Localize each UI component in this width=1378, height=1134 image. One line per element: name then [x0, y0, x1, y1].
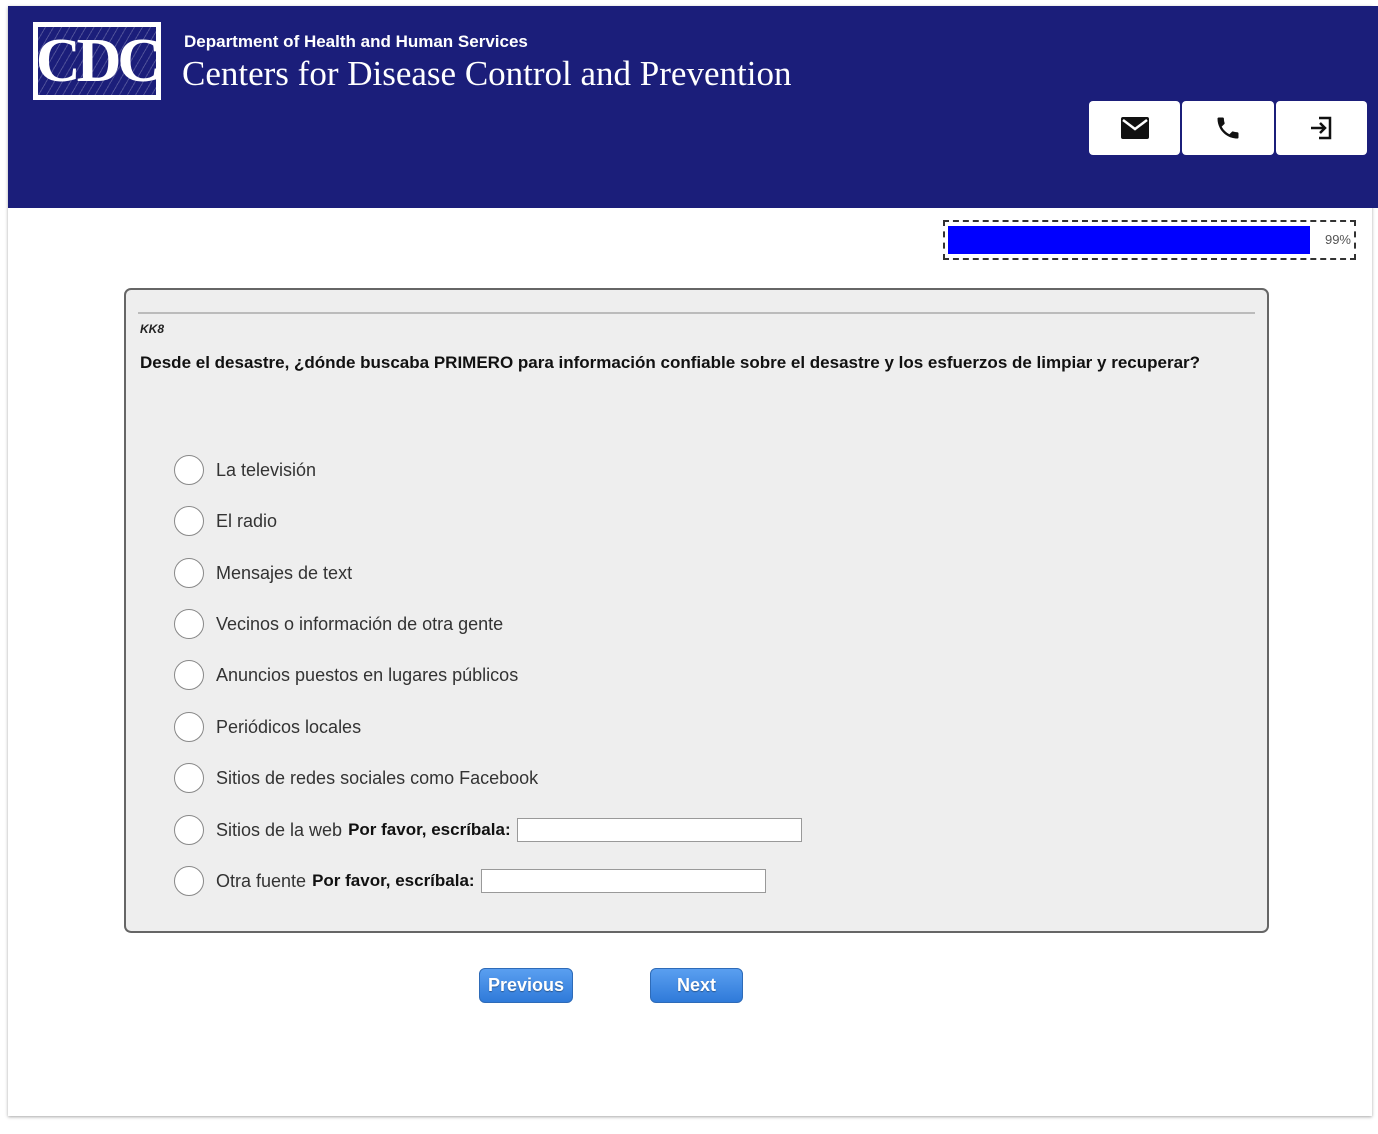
question-text: Desde el desastre, ¿dónde buscaba PRIMER… — [140, 353, 1201, 372]
radio-button[interactable] — [174, 609, 204, 639]
option-label: Anuncios puestos en lugares públicos — [216, 664, 519, 685]
agency-name: Centers for Disease Control and Preventi… — [182, 54, 792, 93]
question-id: KK8 — [140, 322, 165, 336]
option-label: Sitios de redes sociales como Facebook — [216, 767, 539, 788]
logo-text: CDC — [37, 27, 157, 95]
radio-button[interactable] — [174, 866, 204, 896]
option-local-newspapers[interactable]: Periódicos locales — [174, 711, 361, 743]
radio-button[interactable] — [174, 763, 204, 793]
specify-label: Por favor, escríbala: — [348, 820, 511, 839]
envelope-icon — [1120, 117, 1149, 139]
radio-button[interactable] — [174, 558, 204, 588]
option-text-messages[interactable]: Mensajes de text — [174, 557, 352, 589]
option-label: Otra fuente — [216, 870, 307, 891]
option-label: Periódicos locales — [216, 716, 362, 737]
radio-button[interactable] — [174, 660, 204, 690]
progress-label: 99% — [1324, 232, 1351, 247]
other-source-specify-input[interactable] — [480, 869, 766, 893]
cdc-logo: CDC — [33, 22, 161, 100]
divider — [138, 312, 1255, 314]
option-radio[interactable]: El radio — [174, 505, 277, 537]
header-banner: CDC Department of Health and Human Servi… — [8, 6, 1378, 208]
option-other-source[interactable]: Otra fuente Por favor, escríbala: — [174, 865, 766, 897]
phone-icon — [1217, 117, 1239, 139]
option-label: El radio — [216, 510, 278, 531]
option-neighbors[interactable]: Vecinos o información de otra gente — [174, 608, 503, 640]
phone-button[interactable] — [1182, 101, 1274, 155]
header-actions — [1089, 101, 1367, 155]
radio-button[interactable] — [174, 712, 204, 742]
option-label: Sitios de la web — [216, 819, 343, 840]
previous-button[interactable]: Previous — [479, 968, 573, 1003]
radio-button[interactable] — [174, 455, 204, 485]
option-label: Vecinos o información de otra gente — [216, 613, 504, 634]
option-label: Mensajes de text — [216, 562, 353, 583]
progress-bar: 99% — [943, 220, 1356, 260]
radio-button[interactable] — [174, 815, 204, 845]
option-websites[interactable]: Sitios de la web Por favor, escríbala: — [174, 814, 802, 846]
option-public-notices[interactable]: Anuncios puestos en lugares públicos — [174, 659, 518, 691]
option-social-media[interactable]: Sitios de redes sociales como Facebook — [174, 762, 538, 794]
email-button[interactable] — [1089, 101, 1181, 155]
exit-button[interactable] — [1275, 101, 1367, 155]
option-label: La televisión — [216, 459, 317, 480]
department-name: Department of Health and Human Services — [184, 32, 528, 51]
question-panel: KK8 Desde el desastre, ¿dónde buscaba PR… — [124, 288, 1269, 933]
next-button[interactable]: Next — [650, 968, 743, 1003]
websites-specify-input[interactable] — [516, 818, 802, 842]
exit-icon — [1311, 116, 1332, 140]
radio-button[interactable] — [174, 506, 204, 536]
progress-fill — [948, 226, 1310, 254]
specify-label: Por favor, escríbala: — [312, 871, 475, 890]
option-television[interactable]: La televisión — [174, 454, 316, 486]
